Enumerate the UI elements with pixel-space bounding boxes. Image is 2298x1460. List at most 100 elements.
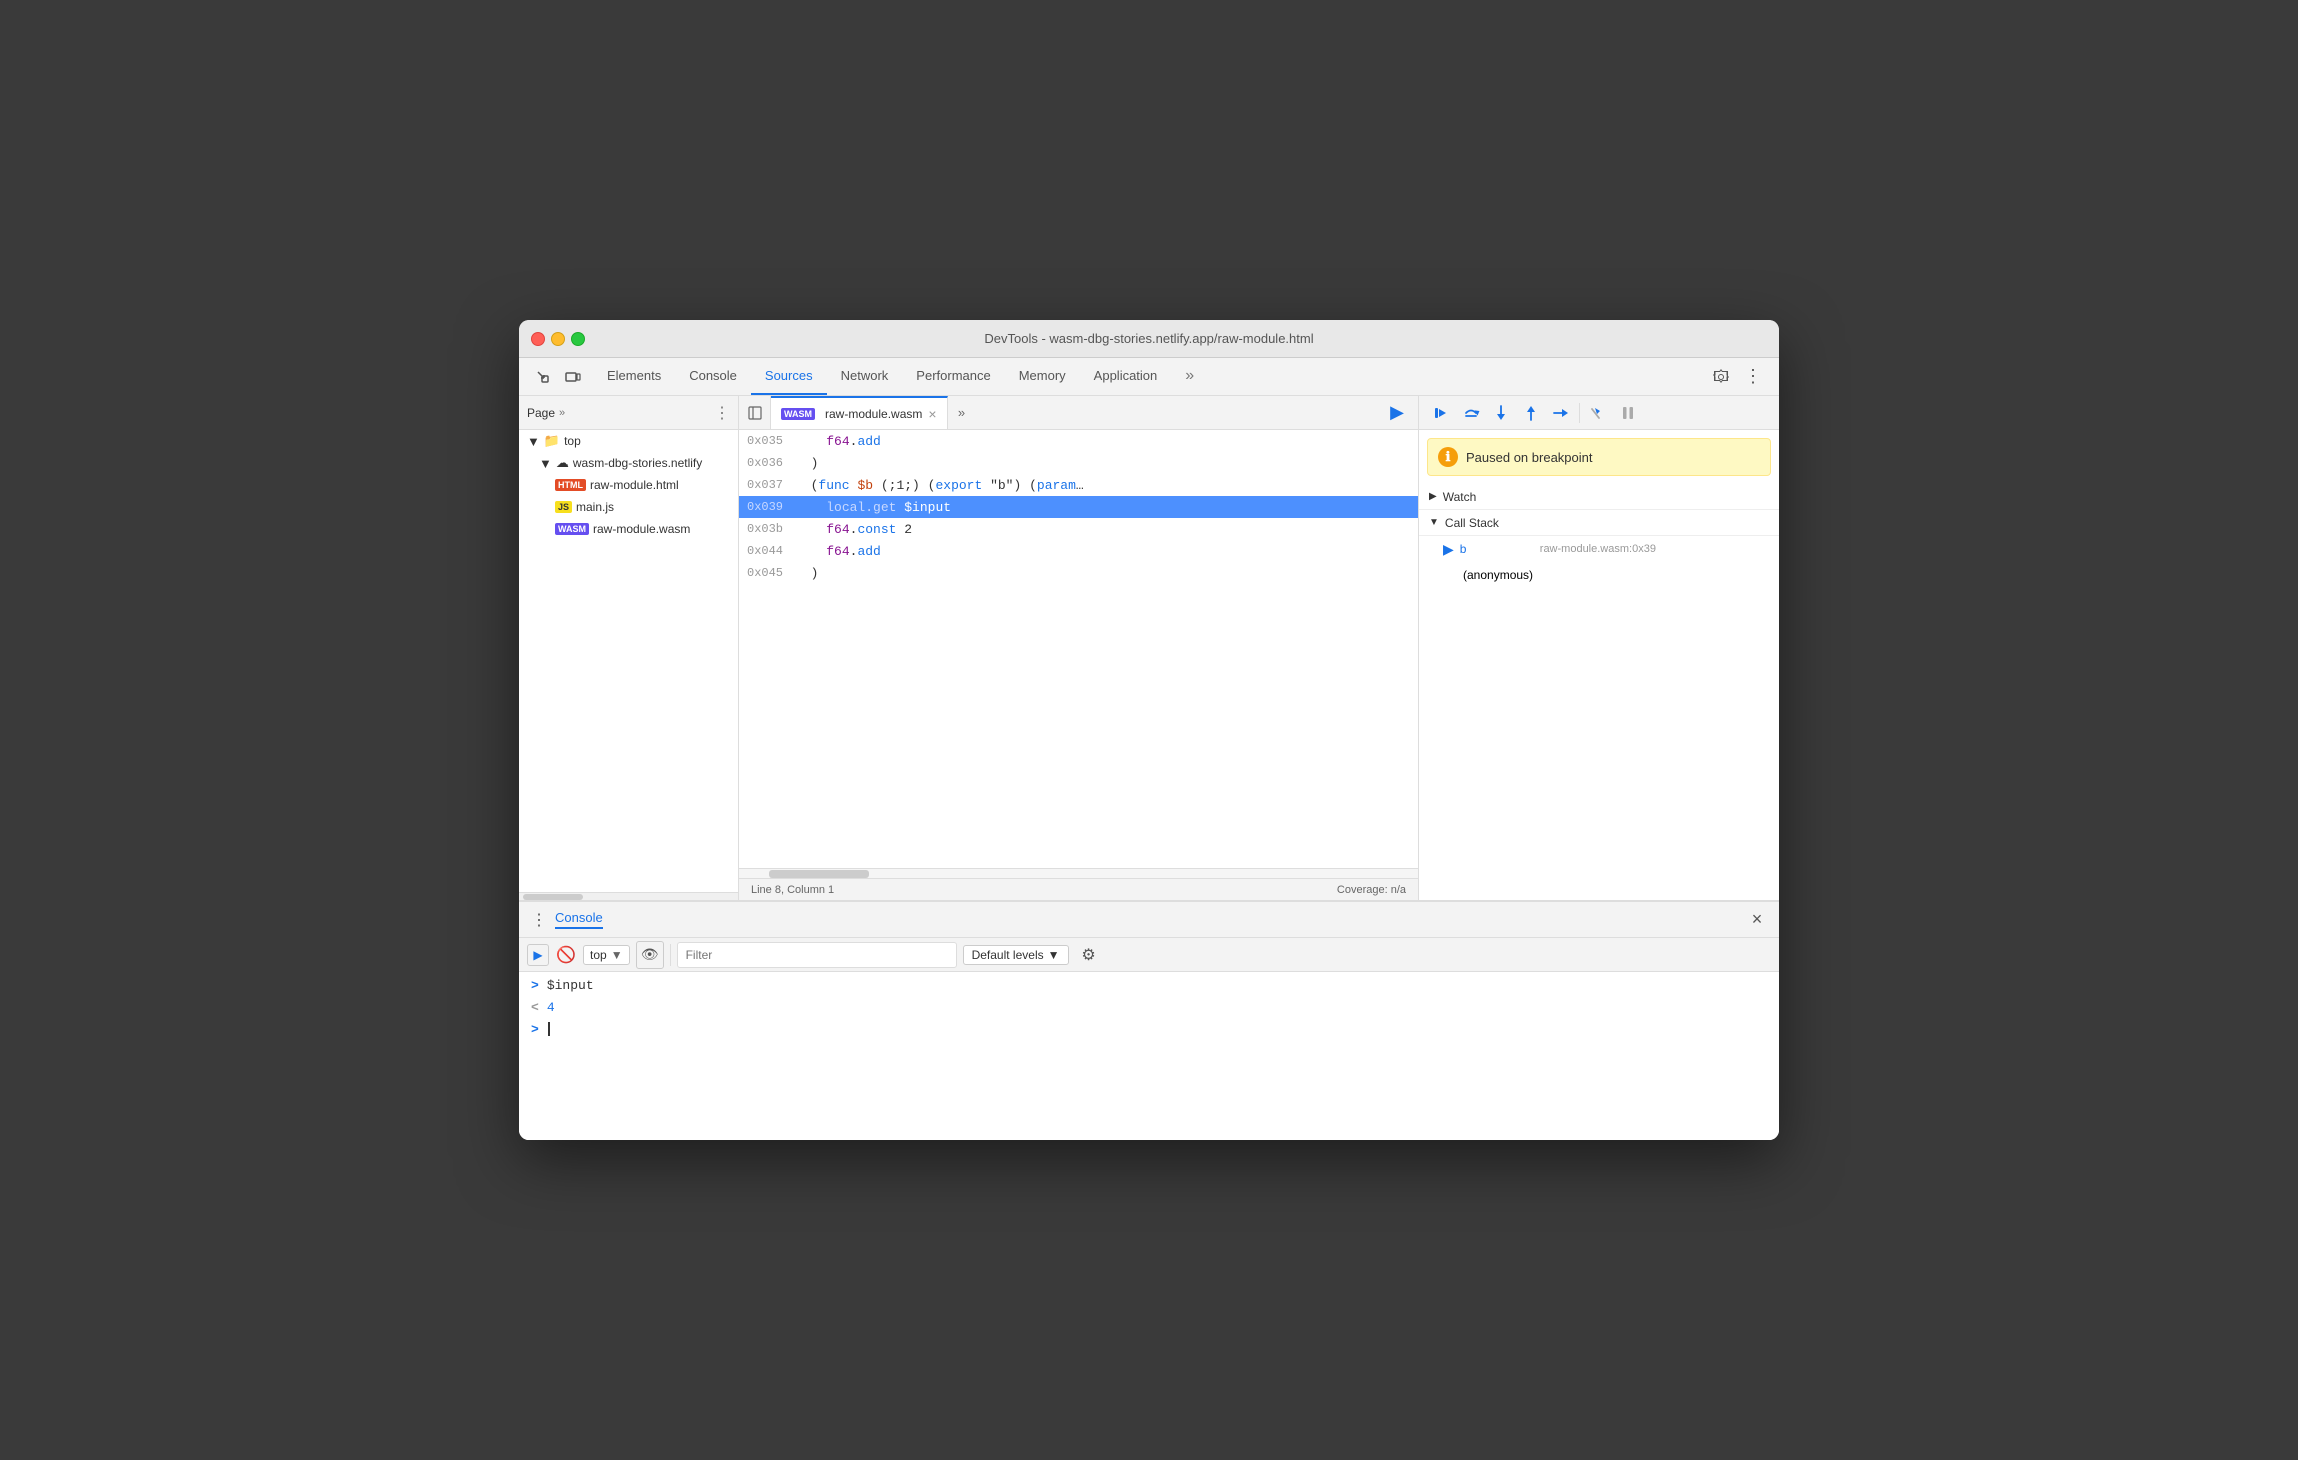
minimize-button[interactable]: [551, 332, 565, 346]
call-stack-section-header[interactable]: ▼ Call Stack: [1419, 510, 1779, 536]
console-filter-input[interactable]: [677, 942, 957, 968]
console-eye-button[interactable]: 👁: [636, 941, 664, 969]
file-tree: Page » ⋮ ▼ 📁 top ▼: [519, 396, 739, 900]
code-line-0x037: 0x037 (func $b (;1;) (export "b") (param…: [739, 474, 1418, 496]
console-clear-button[interactable]: 🚫: [555, 944, 577, 966]
js-file-icon: JS: [555, 501, 572, 513]
line-content-0x045: ): [795, 566, 818, 581]
tree-item-top[interactable]: ▼ 📁 top: [519, 430, 738, 452]
console-settings-button[interactable]: ⚙: [1075, 941, 1103, 969]
debugger-step-out-button[interactable]: [1517, 399, 1545, 427]
breakpoint-banner: ℹ Paused on breakpoint: [1427, 438, 1771, 476]
device-toolbar-button[interactable]: [559, 363, 587, 391]
tab-network[interactable]: Network: [827, 358, 903, 395]
tree-item-html[interactable]: HTML raw-module.html: [519, 474, 738, 496]
page-chevron[interactable]: »: [559, 407, 565, 419]
code-scrollbar: [739, 868, 1418, 878]
code-editor[interactable]: 0x035 f64.add 0x036 ) 0x037: [739, 430, 1418, 868]
debugger-panel: ℹ Paused on breakpoint ▶ Watch ▼ Call St…: [1419, 396, 1779, 900]
debugger-body[interactable]: ℹ Paused on breakpoint ▶ Watch ▼ Call St…: [1419, 430, 1779, 900]
line-addr-0x035: 0x035: [747, 434, 795, 448]
code-line-0x036: 0x036 ): [739, 452, 1418, 474]
debugger-pause-button[interactable]: [1614, 399, 1642, 427]
editor-tab-close[interactable]: ×: [928, 407, 936, 421]
tree-item-js[interactable]: JS main.js: [519, 496, 738, 518]
console-header-right: ×: [1743, 906, 1771, 934]
fullscreen-button[interactable]: [571, 332, 585, 346]
console-menu-button[interactable]: ⋮: [527, 908, 551, 932]
console-output[interactable]: > $input < 4 >: [519, 972, 1779, 1140]
console-close-button[interactable]: ×: [1743, 906, 1771, 934]
tab-bar-left: [523, 358, 593, 395]
tab-performance[interactable]: Performance: [902, 358, 1004, 395]
line-addr-0x044: 0x044: [747, 544, 795, 558]
debugger-step-into-button[interactable]: [1487, 399, 1515, 427]
console-text-input: $input: [547, 978, 594, 993]
call-stack-item-anonymous[interactable]: (anonymous): [1419, 562, 1779, 588]
wasm-file-icon: WASM: [555, 523, 589, 535]
window-title: DevTools - wasm-dbg-stories.netlify.app/…: [984, 331, 1313, 346]
console-run-button[interactable]: ▶: [527, 944, 549, 966]
tab-more[interactable]: »: [1171, 358, 1208, 395]
settings-button[interactable]: [1707, 363, 1735, 391]
editor-run-button[interactable]: ▶: [1384, 400, 1410, 426]
editor-toggle-sidebar[interactable]: [739, 396, 771, 429]
line-content-0x039: local.get $input: [795, 500, 951, 515]
console-header: ⋮ Console ×: [519, 902, 1779, 938]
file-tree-body: ▼ 📁 top ▼ ☁ wasm-dbg-stories.netlify: [519, 430, 738, 892]
tree-item-origin[interactable]: ▼ ☁ wasm-dbg-stories.netlify: [519, 452, 738, 474]
console-title: Console: [555, 910, 603, 929]
console-context-arrow-icon: ▼: [611, 948, 623, 962]
tree-item-origin-label: wasm-dbg-stories.netlify: [573, 456, 702, 470]
main-content: Page » ⋮ ▼ 📁 top ▼: [519, 396, 1779, 900]
console-context-select[interactable]: top ▼: [583, 945, 630, 965]
html-file-icon: HTML: [555, 479, 586, 491]
chevron-down-icon-origin: ▼: [539, 456, 552, 471]
tab-console[interactable]: Console: [675, 358, 751, 395]
console-prompt-active: >: [531, 1022, 539, 1037]
tree-item-html-label: raw-module.html: [590, 478, 679, 492]
editor-tab-filename: raw-module.wasm: [825, 407, 922, 421]
file-tree-header: Page » ⋮: [519, 396, 738, 430]
tab-sources[interactable]: Sources: [751, 358, 827, 395]
tree-scrollbar: [519, 892, 738, 900]
line-addr-0x036: 0x036: [747, 456, 795, 470]
file-tree-more-button[interactable]: ⋮: [714, 403, 730, 423]
coverage-status: Coverage: n/a: [1337, 884, 1406, 896]
customize-button[interactable]: ⋮: [1739, 363, 1767, 391]
tab-application[interactable]: Application: [1080, 358, 1172, 395]
tab-memory[interactable]: Memory: [1005, 358, 1080, 395]
console-line-output: < 4: [519, 998, 1779, 1020]
console-levels-label: Default levels: [972, 948, 1044, 962]
console-levels-select[interactable]: Default levels ▼: [963, 945, 1069, 965]
editor-tab-wasm[interactable]: WASM raw-module.wasm ×: [771, 396, 948, 429]
folder-icon: 📁: [544, 433, 560, 449]
editor-tab-more[interactable]: »: [948, 396, 976, 429]
debugger-step-over-button[interactable]: [1457, 399, 1485, 427]
console-toolbar: ▶ 🚫 top ▼ 👁 Default levels ▼ ⚙: [519, 938, 1779, 972]
code-line-0x045: 0x045 ): [739, 562, 1418, 584]
console-prompt-output: <: [531, 1000, 539, 1015]
line-addr-0x037: 0x037: [747, 478, 795, 492]
close-button[interactable]: [531, 332, 545, 346]
code-scroll-thumb[interactable]: [769, 870, 869, 878]
code-editor-area: WASM raw-module.wasm × » ▶ 0x035: [739, 396, 1419, 900]
watch-chevron-icon: ▶: [1429, 491, 1437, 502]
editor-tabs: WASM raw-module.wasm × » ▶: [739, 396, 1418, 430]
debugger-resume-button[interactable]: [1427, 399, 1455, 427]
tab-elements[interactable]: Elements: [593, 358, 675, 395]
debugger-deactivate-button[interactable]: [1584, 399, 1612, 427]
editor-toolbar-right: ▶: [1376, 396, 1418, 429]
watch-section-header[interactable]: ▶ Watch: [1419, 484, 1779, 510]
tree-scroll-thumb[interactable]: [523, 894, 583, 900]
inspect-element-button[interactable]: [529, 363, 557, 391]
debugger-step-button[interactable]: [1547, 399, 1575, 427]
line-content-0x037: (func $b (;1;) (export "b") (param…: [795, 478, 1084, 493]
watch-label: Watch: [1443, 490, 1477, 504]
call-stack-item-b[interactable]: ▶ b raw-module.wasm:0x39: [1419, 536, 1779, 562]
line-content-0x044: f64.add: [795, 544, 881, 559]
tree-item-wasm[interactable]: WASM raw-module.wasm: [519, 518, 738, 540]
traffic-lights: [531, 332, 585, 346]
code-line-0x03b: 0x03b f64.const 2: [739, 518, 1418, 540]
console-line-active[interactable]: >: [519, 1020, 1779, 1042]
